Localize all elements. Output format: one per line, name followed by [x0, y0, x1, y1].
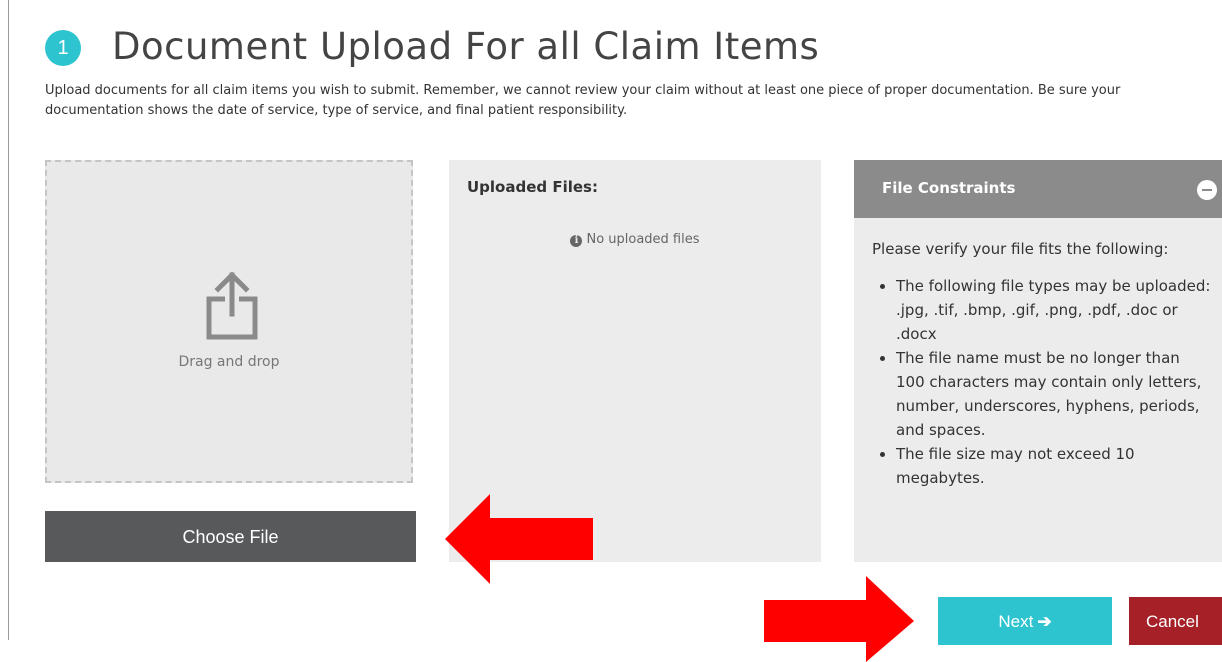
info-circle-icon: i	[570, 235, 583, 247]
next-button-label: Next	[998, 612, 1034, 631]
dropzone-label: Drag and drop	[178, 354, 280, 370]
file-constraints-panel: File Constraints Please verify your file…	[854, 160, 1222, 562]
constraint-file-size: The file size may not exceed 10 megabyte…	[896, 442, 1212, 490]
constraint-file-name: The file name must be no longer than 100…	[896, 346, 1212, 442]
choose-file-button[interactable]: Choose File	[45, 511, 416, 562]
file-constraints-header[interactable]: File Constraints	[854, 160, 1222, 218]
step-number-badge: 1	[45, 30, 81, 66]
file-constraints-intro: Please verify your file fits the followi…	[872, 240, 1169, 258]
annotation-arrow-right-icon	[764, 576, 914, 662]
file-constraints-title: File Constraints	[882, 179, 1016, 197]
left-divider	[8, 0, 9, 640]
cancel-button[interactable]: Cancel	[1129, 597, 1222, 645]
arrow-right-icon: ➔	[1037, 612, 1052, 631]
page-title: Document Upload For all Claim Items	[112, 25, 820, 68]
constraint-file-types: The following file types may be uploaded…	[896, 274, 1212, 346]
file-dropzone[interactable]: Drag and drop	[45, 160, 413, 483]
next-button[interactable]: Next ➔	[938, 597, 1112, 645]
annotation-arrow-left-icon	[445, 494, 593, 584]
no-uploaded-files-text: No uploaded files	[586, 232, 700, 247]
document-upload-page: 1 Document Upload For all Claim Items Up…	[0, 0, 1222, 662]
minus-circle-icon[interactable]	[1197, 180, 1217, 200]
upload-instructions: Upload documents for all claim items you…	[45, 83, 1121, 118]
upload-share-icon	[206, 272, 258, 340]
no-uploaded-files-message: i No uploaded files	[449, 232, 821, 247]
file-constraints-list: The following file types may be uploaded…	[872, 274, 1212, 490]
uploaded-files-title: Uploaded Files:	[467, 178, 598, 196]
